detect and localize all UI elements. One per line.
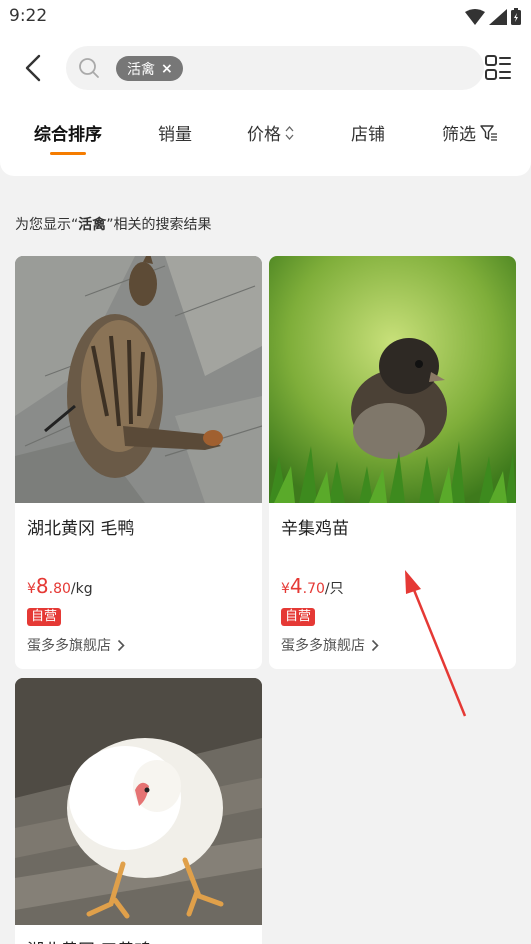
price-unit: /kg <box>70 581 93 597</box>
product-card-chick[interactable]: 辛集鸡苗 ¥4.70/只 自营 蛋多多旗舰店 <box>269 256 516 669</box>
tab-price[interactable]: 价格 <box>247 120 294 145</box>
sort-tabs: 综合排序 销量 价格 店铺 筛选 <box>0 116 531 156</box>
price-decimal: .80 <box>48 581 71 597</box>
signal-icon <box>489 8 507 25</box>
tab-label: 筛选 <box>442 125 476 145</box>
tab-comprehensive-sort[interactable]: 综合排序 <box>34 120 102 145</box>
grid-list-toggle-icon[interactable] <box>485 54 511 82</box>
tab-label: 店铺 <box>351 125 385 145</box>
results-header-prefix: 为您显示“ <box>15 217 79 233</box>
product-image-chicken <box>15 678 262 925</box>
shop-link[interactable]: 蛋多多旗舰店 <box>281 635 379 655</box>
filter-icon <box>480 124 497 141</box>
search-row: 活禽 × <box>0 44 531 92</box>
status-bar: 9:22 <box>0 0 531 34</box>
self-operated-badge: 自营 <box>27 608 62 626</box>
search-chip-label: 活禽 <box>127 61 155 78</box>
close-icon[interactable]: × <box>161 61 173 77</box>
search-box[interactable]: 活禽 × <box>66 46 484 90</box>
product-image-chick <box>269 256 516 503</box>
price-integer: 4 <box>289 574 303 598</box>
price-currency: ¥ <box>27 581 36 597</box>
battery-icon <box>511 8 521 25</box>
chevron-right-icon <box>371 639 379 651</box>
results-header-suffix: ”相关的搜索结果 <box>106 217 212 233</box>
product-card-duck[interactable]: 湖北黄冈 毛鸭 ¥8.80/kg 自营 蛋多多旗舰店 <box>15 256 262 669</box>
tab-label: 价格 <box>247 125 281 145</box>
search-keyword-chip[interactable]: 活禽 × <box>116 56 183 81</box>
product-title: 湖北黄冈 三黄鸡 <box>27 936 151 944</box>
shop-name: 蛋多多旗舰店 <box>27 638 111 654</box>
price-decimal: .70 <box>302 581 325 597</box>
sort-arrows-icon <box>285 125 294 140</box>
tab-label: 综合排序 <box>34 125 102 145</box>
shop-name: 蛋多多旗舰店 <box>281 638 365 654</box>
results-header-keyword: 活禽 <box>78 217 107 233</box>
status-time: 9:22 <box>9 6 48 26</box>
price-integer: 8 <box>35 574 49 598</box>
back-arrow-icon <box>25 54 41 82</box>
price-currency: ¥ <box>281 581 290 597</box>
tab-shop[interactable]: 店铺 <box>351 120 385 145</box>
shop-link[interactable]: 蛋多多旗舰店 <box>27 635 125 655</box>
top-header: 9:22 活禽 × 综合排序 销量 价格 店铺 筛选 <box>0 0 531 176</box>
product-card-chicken[interactable]: 湖北黄冈 三黄鸡 <box>15 678 262 944</box>
product-price: ¥4.70/只 <box>281 574 344 598</box>
tab-sales[interactable]: 销量 <box>158 120 192 145</box>
product-title: 辛集鸡苗 <box>281 519 349 539</box>
wifi-icon <box>465 8 485 25</box>
status-icons <box>465 8 521 25</box>
tab-label: 销量 <box>158 125 192 145</box>
search-icon <box>79 58 99 78</box>
active-tab-indicator <box>50 152 86 155</box>
product-price: ¥8.80/kg <box>27 574 93 598</box>
product-title: 湖北黄冈 毛鸭 <box>27 519 135 539</box>
results-header: 为您显示“活禽”相关的搜索结果 <box>15 214 212 234</box>
chevron-right-icon <box>117 639 125 651</box>
back-button[interactable] <box>18 52 48 84</box>
tab-filter[interactable]: 筛选 <box>442 120 498 145</box>
self-operated-badge: 自营 <box>281 608 316 626</box>
product-image-duck <box>15 256 262 503</box>
price-unit: /只 <box>324 581 344 597</box>
